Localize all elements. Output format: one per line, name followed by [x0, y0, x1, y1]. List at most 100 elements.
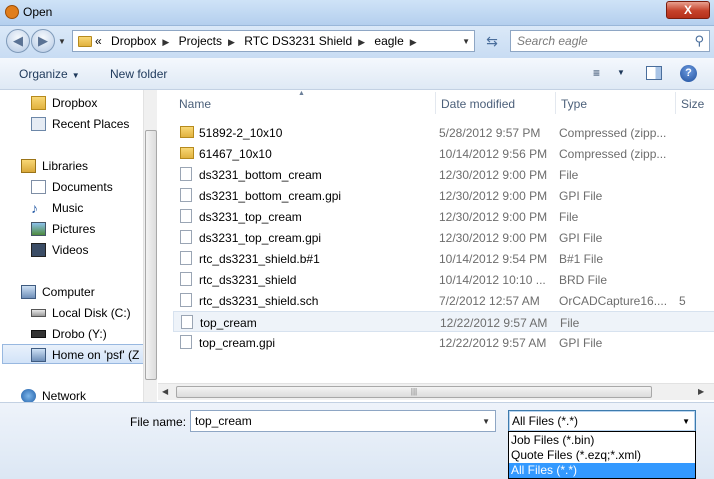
file-row-selected[interactable]: top_cream 12/22/2012 9:57 AM File: [173, 311, 714, 332]
search-input[interactable]: Search eagle ⚲: [510, 30, 710, 52]
organize-label: Organize: [19, 67, 68, 81]
column-header-name[interactable]: Name: [173, 90, 435, 117]
pictures-icon: [31, 222, 46, 236]
column-header-date[interactable]: Date modified: [435, 90, 555, 117]
file-row[interactable]: top_cream.gpi 12/22/2012 9:57 AM GPI File: [173, 332, 714, 353]
breadcrumb-projects[interactable]: Projects: [179, 34, 222, 48]
file-date: 10/14/2012 9:56 PM: [439, 147, 548, 161]
file-type: File: [559, 168, 579, 182]
file-date: 12/22/2012 9:57 AM: [439, 336, 547, 350]
file-name: ds3231_top_cream: [199, 210, 302, 224]
column-label: Date modified: [441, 97, 516, 111]
search-placeholder: Search eagle: [517, 34, 588, 48]
chevron-right-icon[interactable]: ▶: [410, 37, 417, 48]
file-type-dropdown-icon[interactable]: ▼: [682, 417, 690, 426]
organize-button[interactable]: Organize ▼: [19, 67, 80, 81]
breadcrumb: « Dropbox ▶ Projects ▶ RTC DS3231 Shield ▶ …: [95, 34, 423, 48]
column-header-size[interactable]: Size: [675, 90, 714, 117]
file-icon: [180, 272, 192, 286]
drive-icon: [31, 330, 46, 338]
recent-locations-dropdown[interactable]: ▼: [58, 37, 66, 46]
nav-item-documents[interactable]: Documents: [31, 177, 141, 197]
file-row[interactable]: rtc_ds3231_shield 10/14/2012 10:10 ... BRD…: [173, 269, 714, 290]
title-bar: Open X: [0, 0, 714, 26]
scroll-right-icon[interactable]: ▶: [698, 387, 704, 396]
file-name-label: File name:: [130, 415, 187, 429]
file-type-value: All Files (*.*): [512, 414, 579, 428]
file-name-input[interactable]: top_cream ▼: [190, 410, 496, 432]
file-date: 12/30/2012 9:00 PM: [439, 189, 548, 203]
nav-item-music[interactable]: ♪ Music: [31, 198, 141, 218]
breadcrumb-overflow[interactable]: «: [95, 34, 102, 48]
nav-item-network[interactable]: Network: [21, 386, 141, 402]
preview-pane-icon[interactable]: [646, 66, 662, 80]
file-row[interactable]: rtc_ds3231_shield.b#1 10/14/2012 9:54 PM B…: [173, 248, 714, 269]
nav-label: Libraries: [42, 159, 89, 173]
nav-item-libraries[interactable]: Libraries: [21, 156, 141, 176]
app-icon: [5, 5, 19, 19]
file-row[interactable]: 61467_10x10 10/14/2012 9:56 PM Compressed …: [173, 143, 714, 164]
new-folder-button[interactable]: New folder: [110, 67, 167, 81]
file-name: 61467_10x10: [199, 147, 272, 161]
nav-item-videos[interactable]: Videos: [31, 240, 141, 260]
nav-item-local-disk[interactable]: Local Disk (C:): [31, 303, 141, 323]
file-name-value: top_cream: [195, 414, 252, 428]
option-all-files[interactable]: All Files (*.*): [509, 463, 695, 478]
nav-scroll-thumb[interactable]: [145, 130, 157, 380]
nav-item-recent-places[interactable]: Recent Places: [31, 114, 141, 134]
file-row[interactable]: ds3231_bottom_cream 12/30/2012 9:00 PM Fil…: [173, 164, 714, 185]
file-row[interactable]: rtc_ds3231_shield.sch 7/2/2012 12:57 AM Or…: [173, 290, 714, 311]
close-button[interactable]: X: [666, 1, 710, 19]
refresh-icon: ⇆: [486, 33, 498, 49]
disk-icon: [31, 309, 46, 317]
nav-item-drobo[interactable]: Drobo (Y:): [31, 324, 141, 344]
command-toolbar: Organize ▼ New folder ≡ ▼ ?: [0, 58, 714, 90]
forward-arrow-icon: ▶: [38, 33, 48, 48]
address-dropdown-icon[interactable]: ▼: [462, 37, 470, 46]
nav-item-pictures[interactable]: Pictures: [31, 219, 141, 239]
file-date: 10/14/2012 9:54 PM: [439, 252, 548, 266]
file-name: rtc_ds3231_shield: [199, 273, 297, 287]
nav-label: Pictures: [52, 222, 96, 236]
horizontal-scrollbar[interactable]: ◀ ||| ▶: [158, 383, 714, 400]
file-type: File: [560, 316, 580, 330]
view-options-icon[interactable]: ≡: [593, 67, 607, 79]
forward-button[interactable]: ▶: [31, 29, 55, 53]
option-quote-files[interactable]: Quote Files (*.ezq;*.xml): [509, 448, 695, 463]
address-bar[interactable]: « Dropbox ▶ Projects ▶ RTC DS3231 Shield ▶ …: [72, 30, 475, 52]
column-label: Name: [179, 97, 212, 111]
file-row[interactable]: ds3231_top_cream.gpi 12/30/2012 9:00 PM GP…: [173, 227, 714, 248]
search-icon[interactable]: ⚲: [694, 33, 704, 49]
computer-icon: [21, 285, 36, 299]
file-name-dropdown-icon[interactable]: ▼: [482, 417, 490, 426]
chevron-right-icon[interactable]: ▶: [358, 37, 365, 48]
view-dropdown-icon[interactable]: ▼: [617, 68, 625, 77]
nav-scrollbar[interactable]: [143, 90, 157, 402]
file-row[interactable]: ds3231_top_cream 12/30/2012 9:00 PM File: [173, 206, 714, 227]
nav-label: Videos: [52, 243, 89, 257]
breadcrumb-rtc-ds3231-shield[interactable]: RTC DS3231 Shield: [244, 34, 352, 48]
file-date: 12/30/2012 9:00 PM: [439, 210, 548, 224]
help-icon[interactable]: ?: [680, 65, 697, 82]
file-type: GPI File: [559, 189, 603, 203]
folder-icon: [31, 96, 46, 110]
refresh-button[interactable]: ⇆: [480, 32, 504, 52]
file-row[interactable]: ds3231_bottom_cream.gpi 12/30/2012 9:00 P…: [173, 185, 714, 206]
back-button[interactable]: ◀: [6, 29, 30, 53]
file-name: rtc_ds3231_shield.b#1: [199, 252, 320, 266]
scroll-left-icon[interactable]: ◀: [162, 387, 168, 396]
file-name: 51892-2_10x10: [199, 126, 283, 140]
horizontal-scroll-thumb[interactable]: |||: [176, 386, 652, 398]
nav-item-dropbox[interactable]: Dropbox: [31, 93, 141, 113]
chevron-right-icon[interactable]: ▶: [228, 37, 235, 48]
file-icon: [180, 230, 192, 244]
nav-item-computer[interactable]: Computer: [21, 282, 141, 302]
option-job-files[interactable]: Job Files (*.bin): [509, 433, 695, 448]
chevron-right-icon[interactable]: ▶: [162, 37, 169, 48]
breadcrumb-dropbox[interactable]: Dropbox: [111, 34, 156, 48]
column-header-type[interactable]: Type: [555, 90, 675, 117]
nav-item-home-on-psf[interactable]: Home on 'psf' (Z: [2, 344, 152, 364]
breadcrumb-eagle[interactable]: eagle: [374, 34, 403, 48]
file-type-select[interactable]: All Files (*.*) ▼: [508, 410, 696, 432]
file-row[interactable]: 51892-2_10x10 5/28/2012 9:57 PM Compressed…: [173, 122, 714, 143]
